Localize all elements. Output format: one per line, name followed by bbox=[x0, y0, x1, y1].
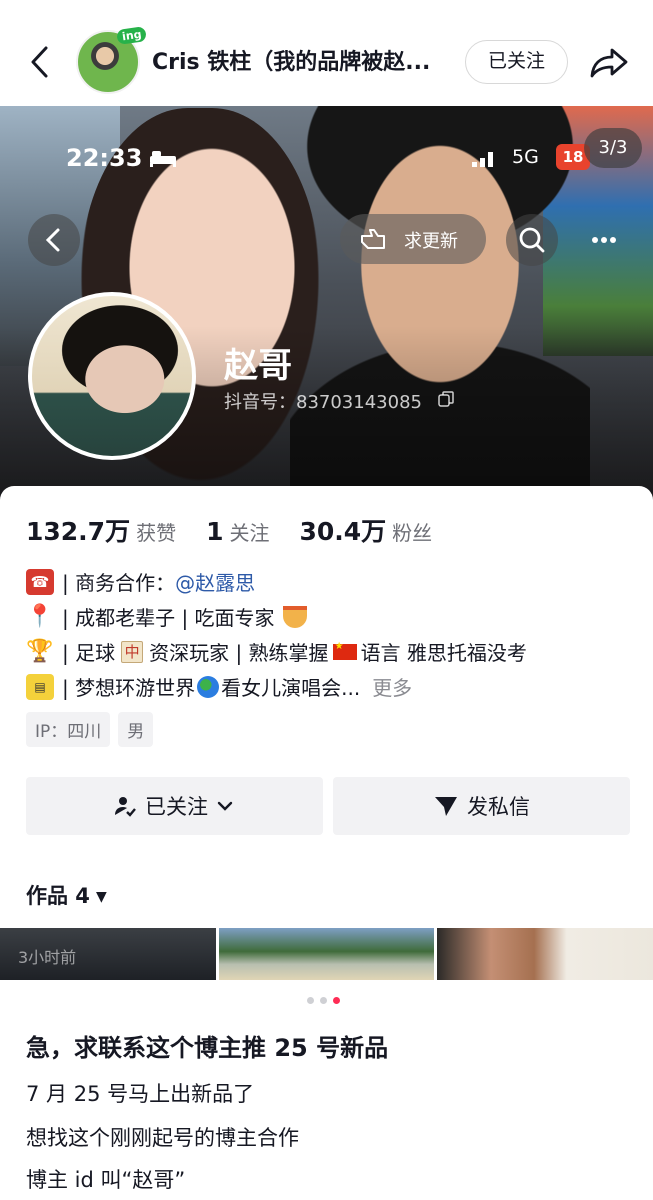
carousel-dot-active[interactable] bbox=[333, 997, 340, 1004]
post-title: 急，求联系这个博主推 25 号新品 bbox=[26, 1034, 389, 1062]
bio-hobby-text-b: 资深玩家 | 熟练掌握 bbox=[149, 641, 329, 665]
work-thumbnail bbox=[437, 928, 653, 980]
copy-icon bbox=[438, 391, 454, 407]
china-flag-icon bbox=[332, 641, 357, 660]
bio-hobby-text-c: 语言 雅思托福没考 bbox=[360, 641, 527, 665]
chevron-down-icon bbox=[217, 801, 233, 811]
likes-label: 获赞 bbox=[136, 521, 177, 545]
bio-more-link: 更多 bbox=[372, 676, 413, 700]
search-icon bbox=[519, 227, 545, 253]
following-label: 关注 bbox=[229, 521, 270, 545]
profile-cover-image: 22:33 5G 18 3/3 求更新 赵哥 抖音号：83703143085 bbox=[0, 106, 653, 506]
bio-line-business: ☎ | 商务合作： @赵露思 bbox=[26, 564, 636, 599]
carousel-dots[interactable] bbox=[307, 997, 340, 1004]
live-badge: ing bbox=[115, 26, 147, 45]
page-indicator: 3/3 bbox=[584, 128, 642, 168]
bio-line-dream: ▤ | 梦想环游世界 看女儿演唱会... 更多 bbox=[26, 669, 636, 704]
bio-line-location: 📍 | 成都老辈子 | 吃面专家 bbox=[26, 599, 636, 634]
share-icon[interactable] bbox=[588, 42, 630, 82]
works-tab: 作品 4 ▼ bbox=[26, 880, 107, 910]
post-body-line: 7 月 25 号马上出新品了 bbox=[26, 1082, 255, 1106]
profile-actions: 已关注 发私信 bbox=[26, 777, 630, 835]
message-label: 发私信 bbox=[467, 795, 530, 819]
author-name[interactable]: Cris 铁柱（我的品牌被赵... bbox=[152, 44, 452, 76]
network-label: 5G bbox=[512, 146, 539, 168]
author-avatar[interactable]: ing bbox=[76, 26, 147, 94]
more-dots-icon bbox=[592, 237, 616, 243]
top-bar: ing Cris 铁柱（我的品牌被赵... 已关注 bbox=[0, 0, 653, 106]
status-time: 22:33 bbox=[66, 144, 143, 172]
ip-tag: IP：四川 bbox=[26, 712, 111, 747]
message-button: 发私信 bbox=[333, 777, 630, 835]
profile-name: 赵哥 bbox=[224, 346, 292, 386]
request-update-label: 求更新 bbox=[404, 231, 458, 252]
work-thumbnail bbox=[218, 928, 435, 980]
bio-dream-text-a: | 梦想环游世界 bbox=[62, 676, 196, 700]
bio-mention-link: @赵露思 bbox=[175, 571, 256, 595]
bio-business-text: | 商务合作： bbox=[62, 571, 176, 595]
inner-search-button bbox=[506, 214, 558, 266]
profile-id: 抖音号：83703143085 bbox=[224, 392, 422, 413]
trophy-icon: 🏆 bbox=[26, 638, 54, 664]
inner-back-button bbox=[28, 214, 80, 266]
bio-location-text: | 成都老辈子 | 吃面专家 bbox=[62, 606, 275, 630]
carousel-dot[interactable] bbox=[320, 997, 327, 1004]
profile-tags: IP：四川 男 bbox=[26, 712, 161, 747]
chevron-left-icon bbox=[45, 228, 60, 252]
profile-avatar bbox=[28, 292, 196, 460]
request-update-button: 求更新 bbox=[340, 214, 486, 264]
bio-line-hobbies: 🏆 | 足球 中 资深玩家 | 熟练掌握 语言 雅思托福没考 bbox=[26, 634, 636, 669]
work-thumbnail: 3小时前 bbox=[0, 928, 216, 980]
works-label: 作品 4 bbox=[26, 884, 90, 908]
mahjong-icon: 中 bbox=[121, 640, 144, 663]
carousel-dot[interactable] bbox=[307, 997, 314, 1004]
sleep-mode-icon bbox=[150, 151, 176, 167]
pin-icon: 📍 bbox=[26, 603, 54, 629]
profile-bio: ☎ | 商务合作： @赵露思 📍 | 成都老辈子 | 吃面专家 🏆 | 足球 中… bbox=[26, 564, 636, 704]
bio-hobby-text-a: | 足球 bbox=[62, 641, 116, 665]
hand-point-icon bbox=[361, 229, 385, 249]
inner-more-button bbox=[578, 214, 630, 266]
followed-label: 已关注 bbox=[145, 795, 208, 819]
followers-count: 30.4万 bbox=[299, 517, 387, 546]
telephone-icon: ☎ bbox=[26, 568, 54, 595]
user-check-icon bbox=[115, 797, 136, 817]
post-body-line: 博主 id 叫“赵哥” bbox=[26, 1168, 186, 1192]
post-body-line: 想找这个刚刚起号的博主合作 bbox=[26, 1126, 299, 1150]
ticket-icon: ▤ bbox=[26, 673, 54, 700]
back-arrow-icon[interactable] bbox=[24, 42, 56, 82]
followed-button: 已关注 bbox=[26, 777, 323, 835]
noodle-icon bbox=[282, 605, 307, 628]
dropdown-triangle-icon: ▼ bbox=[95, 889, 107, 905]
signal-icon bbox=[472, 152, 493, 167]
send-icon bbox=[435, 797, 457, 816]
follow-button[interactable]: 已关注 bbox=[465, 40, 568, 84]
followers-label: 粉丝 bbox=[392, 521, 433, 545]
globe-icon bbox=[197, 675, 220, 698]
work-timestamp: 3小时前 bbox=[18, 948, 77, 967]
likes-count: 132.7万 bbox=[26, 517, 131, 546]
works-grid: 3小时前 bbox=[0, 928, 653, 980]
gender-tag: 男 bbox=[118, 712, 154, 747]
profile-stats: 132.7万 获赞 1 关注 30.4万 粉丝 bbox=[26, 512, 462, 548]
following-count: 1 bbox=[206, 517, 224, 546]
profile-card: 132.7万 获赞 1 关注 30.4万 粉丝 ☎ | 商务合作： @赵露思 📍… bbox=[0, 486, 653, 980]
bio-dream-text-b: 看女儿演唱会... bbox=[221, 676, 361, 700]
